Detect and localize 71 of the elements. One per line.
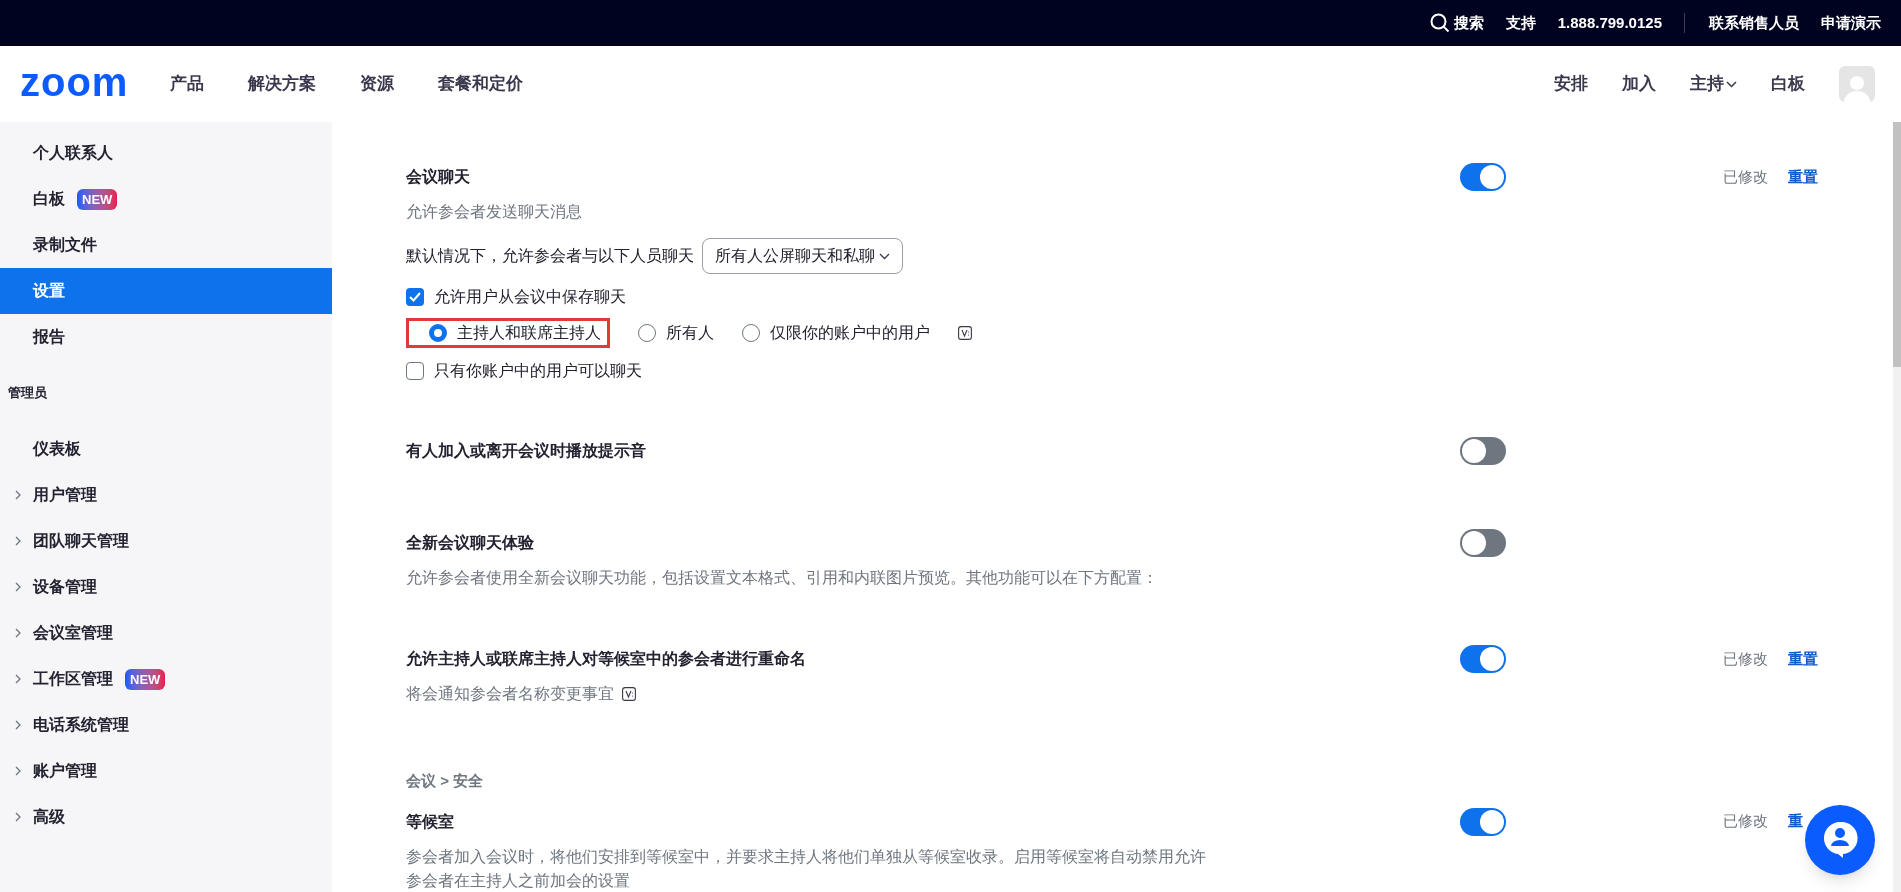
setting-description: 允许参会者使用全新会议聊天功能，包括设置文本格式、引用和内联图片预览。其他功能可以在下方配置： [406, 568, 1158, 588]
checkbox[interactable] [406, 288, 424, 306]
checkbox-label: 允许用户从会议中保存聊天 [434, 287, 626, 307]
breadcrumb: 会议 > 安全 [406, 771, 485, 791]
sidebar-item[interactable]: 设备管理 [0, 564, 332, 610]
modified-label: 已修改 [1723, 811, 1768, 832]
caret-icon [879, 252, 890, 260]
setting-title: 有人加入或离开会议时播放提示音 [406, 441, 647, 461]
search-icon [1429, 13, 1450, 33]
toggle-switch[interactable] [1460, 807, 1506, 836]
sidebar-item[interactable]: 报告 [0, 314, 332, 360]
top-link[interactable]: 支持 [1505, 11, 1536, 35]
sidebar-item[interactable]: 高级 [0, 794, 332, 840]
nav-link[interactable]: 资源 [360, 71, 395, 97]
nav-link[interactable]: 解决方案 [248, 71, 317, 97]
reset-link[interactable]: 重置 [1788, 165, 1818, 189]
zoom-logo[interactable]: zoom [20, 62, 129, 102]
chat-person-icon [1822, 821, 1858, 859]
setting-title: 会议聊天 [406, 167, 471, 187]
toggle-switch[interactable] [1460, 645, 1506, 673]
top-link[interactable]: 申请演示 [1821, 11, 1881, 35]
radio-button[interactable] [429, 324, 447, 342]
search-link[interactable]: 搜索 [1429, 11, 1484, 35]
new-badge: NEW [77, 188, 118, 210]
toggle-switch[interactable] [1460, 437, 1506, 465]
setting-description: 参会者加入会议时，将他们安排到等候室中，并要求主持人将他们单独从等候室收录。启用等候室将自动禁用允许参会者在主持人之前加会的设置 [406, 846, 1206, 891]
toggle-switch[interactable] [1460, 529, 1506, 557]
setting-title: 允许主持人或联席主持人对等候室中的参会者进行重命名 [406, 649, 807, 669]
checkbox-label: 只有你账户中的用户可以聊天 [434, 361, 642, 381]
modified-label: 已修改 [1723, 166, 1768, 187]
radio-label: 所有人 [666, 323, 714, 343]
modified-label: 已修改 [1723, 648, 1768, 669]
sidebar-item[interactable]: 工作区管理 NEW [0, 656, 332, 702]
nav-link[interactable]: 产品 [170, 71, 205, 97]
top-link[interactable]: 联系销售人员 [1709, 11, 1799, 35]
new-badge: NEW [125, 668, 166, 690]
setting-description: 将会通知参会者名称变更事宜 [406, 684, 614, 704]
scrollbar-thumb[interactable] [1893, 122, 1901, 367]
nav-link[interactable]: 套餐和定价 [438, 71, 524, 97]
setting-title: 全新会议聊天体验 [406, 533, 535, 553]
sidebar-item[interactable]: 个人联系人 [0, 130, 332, 176]
v-box-icon[interactable] [622, 687, 636, 701]
sidebar-item[interactable]: 团队聊天管理 [0, 518, 332, 564]
sidebar-item[interactable]: 录制文件 [0, 222, 332, 268]
nav-link[interactable]: 加入 [1622, 71, 1656, 97]
reset-link[interactable]: 重置 [1788, 647, 1818, 671]
v-box-icon[interactable] [958, 326, 972, 340]
toggle-switch[interactable] [1460, 163, 1506, 191]
chat-button[interactable] [1805, 805, 1875, 875]
sidebar-item[interactable]: 账户管理 [0, 748, 332, 794]
sidebar-item[interactable]: 用户管理 [0, 472, 332, 518]
radio-label: 仅限你的账户中的用户 [770, 323, 930, 343]
checkbox[interactable] [406, 362, 424, 380]
setting-title: 等候室 [406, 811, 455, 832]
sidebar-item[interactable]: 电话系统管理 [0, 702, 332, 748]
select-label: 默认情况下，允许参会者与以下人员聊天 [406, 246, 694, 266]
section-heading: 管理员 [7, 384, 48, 403]
setting-description: 允许参会者发送聊天消息 [406, 202, 582, 222]
sidebar-item[interactable]: 仪表板 [0, 426, 332, 472]
sidebar-item[interactable]: 会议室管理 [0, 610, 332, 656]
sidebar-item[interactable]: 设置 [0, 268, 332, 314]
chat-scope-dropdown[interactable]: 所有人公屏聊天和私聊 [702, 238, 903, 274]
radio-button[interactable] [742, 324, 760, 342]
sidebar-item[interactable]: 白板 NEW [0, 176, 332, 222]
radio-label: 主持人和联席主持人 [457, 323, 601, 343]
nav-link[interactable]: 白板 [1771, 71, 1805, 97]
nav-link[interactable]: 安排 [1554, 71, 1588, 97]
radio-button[interactable] [638, 324, 656, 342]
nav-link[interactable]: 主持 [1690, 71, 1737, 97]
reset-link[interactable]: 重 [1788, 810, 1803, 833]
top-link[interactable]: 1.888.799.0125 [1557, 11, 1662, 35]
